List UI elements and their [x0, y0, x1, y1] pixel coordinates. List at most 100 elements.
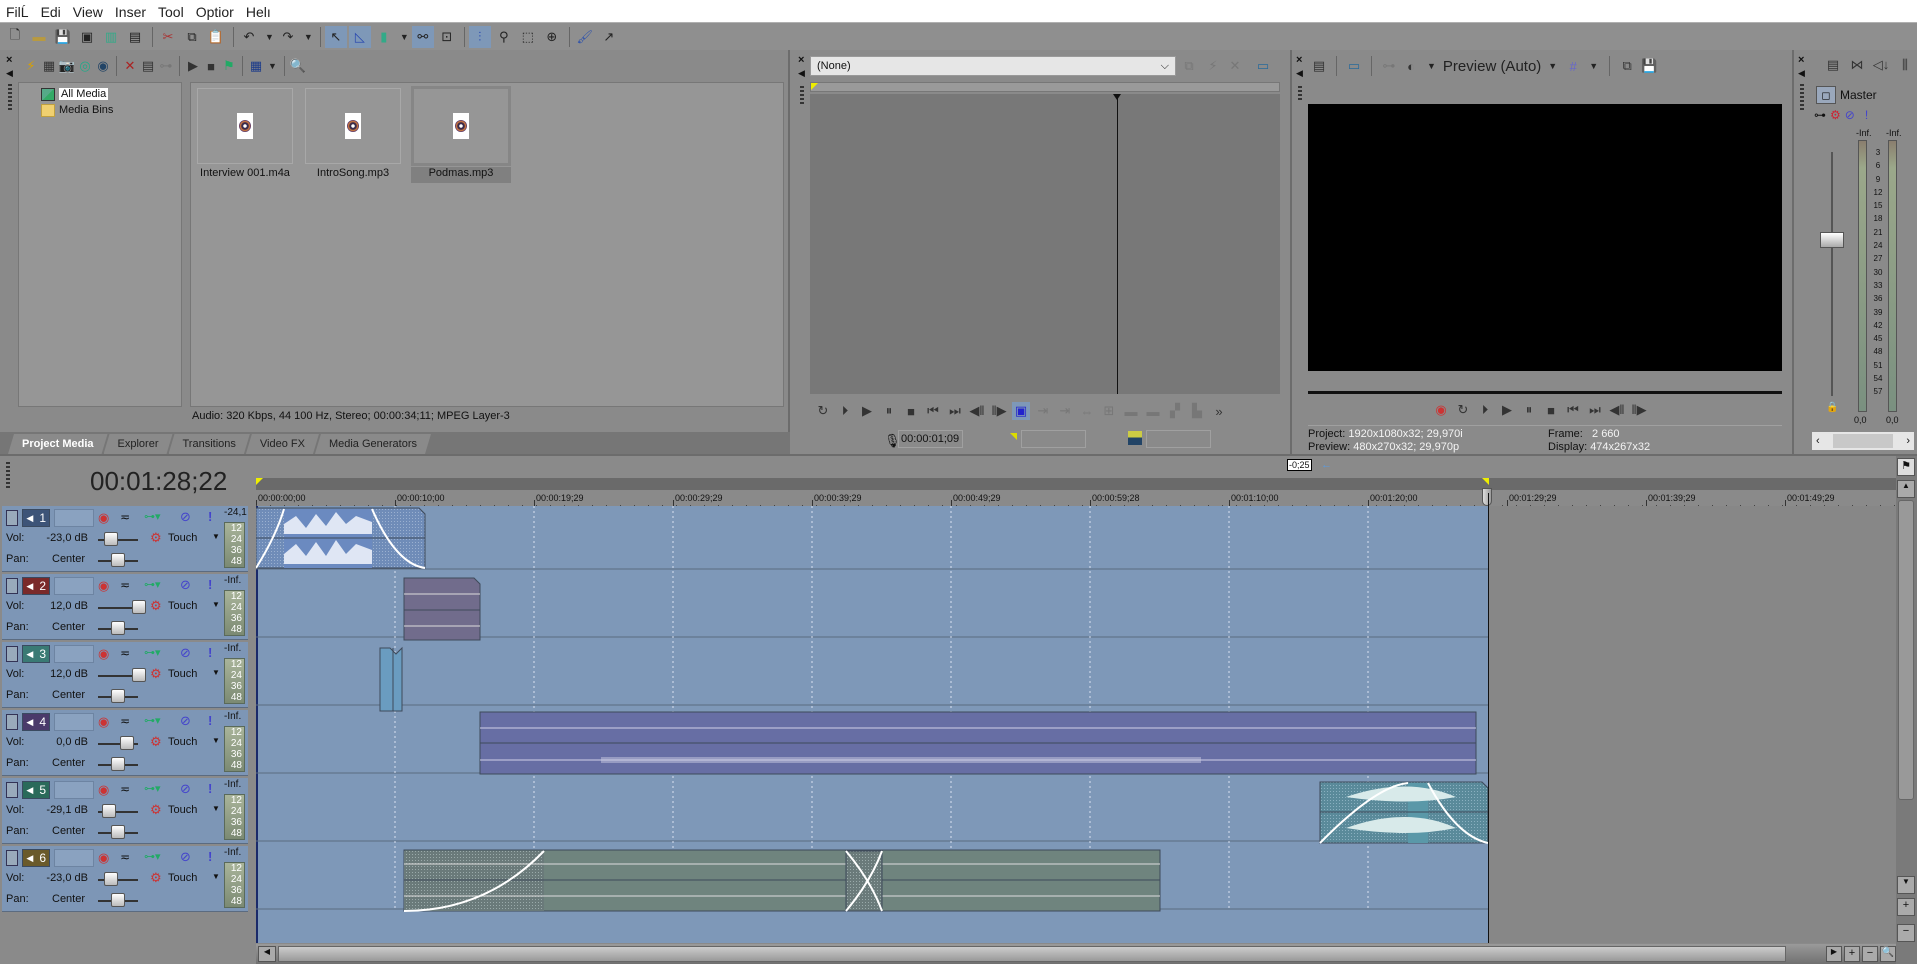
track-name-field[interactable]: [54, 781, 94, 799]
solo-icon[interactable]: !: [208, 577, 212, 592]
stop-icon[interactable]: ■: [1542, 401, 1560, 419]
automation-dropdown-icon[interactable]: ▼: [212, 600, 220, 609]
solo-icon[interactable]: !: [208, 849, 212, 864]
track-name-field[interactable]: [54, 509, 94, 527]
solo-icon[interactable]: !: [208, 713, 212, 728]
selection-tool-icon[interactable]: ⬚: [517, 26, 539, 48]
master-fader-knob[interactable]: [1820, 232, 1844, 248]
master-button-icon[interactable]: ◻: [1816, 86, 1836, 104]
automation-dropdown-icon[interactable]: ▼: [212, 736, 220, 745]
automation-icon[interactable]: ≂: [120, 510, 130, 524]
track-number[interactable]: ◀ 6: [22, 849, 50, 867]
pause-icon[interactable]: ⏸: [1520, 401, 1538, 419]
close-panel-icon[interactable]: ×: [1296, 54, 1302, 66]
master-fader-track[interactable]: [1831, 152, 1833, 396]
scroll-up-icon[interactable]: ▲: [1897, 480, 1915, 498]
grip-handle[interactable]: [800, 86, 804, 106]
track-header-4[interactable]: ◀ 4 ◉ ≂ ⊶▾ ⊘! -Inf. 12 24 36 48 Vol: 0,0 dB ⚙ Touch ▼ Pa…: [2, 710, 248, 776]
fx-chain-icon[interactable]: ⊶: [1814, 108, 1826, 122]
pause-icon[interactable]: ⏸: [880, 402, 898, 420]
region-icon[interactable]: ▬: [1122, 402, 1140, 420]
go-end-icon[interactable]: ⏭: [1586, 401, 1604, 419]
track-expand-icon[interactable]: [6, 782, 18, 798]
region2-icon[interactable]: ▬: [1144, 402, 1162, 420]
clip-track-2[interactable]: [403, 577, 481, 641]
fx-gear-icon[interactable]: ⚙: [1830, 108, 1841, 122]
undo-icon[interactable]: ↶: [238, 26, 260, 48]
menu-tools[interactable]: Tool: [158, 2, 184, 22]
undo-dropdown-icon[interactable]: ▼: [265, 32, 274, 42]
tab-project-media[interactable]: Project Media: [8, 434, 108, 454]
go-end-icon[interactable]: ⏭: [946, 402, 964, 420]
media-item-interview[interactable]: [197, 88, 293, 164]
scroll-right-icon[interactable]: ▶: [1826, 946, 1842, 962]
automation-dropdown-icon[interactable]: ▼: [212, 532, 220, 541]
track-number[interactable]: ◀ 3: [22, 645, 50, 663]
menu-options[interactable]: Optior: [196, 2, 234, 22]
mute-icon[interactable]: ⊘: [180, 781, 191, 797]
track-name-field[interactable]: [54, 849, 94, 867]
redo-icon[interactable]: ↷: [277, 26, 299, 48]
media-properties-icon[interactable]: ▤: [139, 57, 157, 75]
more-icon[interactable]: »: [1210, 402, 1228, 420]
remove-media-icon[interactable]: ✕: [121, 57, 139, 75]
fx-chain-icon[interactable]: ⊶: [1380, 57, 1398, 75]
pan-knob[interactable]: [111, 757, 125, 771]
overlays-icon[interactable]: #: [1564, 57, 1582, 75]
timeline-time-display[interactable]: 00:01:28;22: [90, 466, 227, 497]
tree-item-media-bins[interactable]: Media Bins: [41, 102, 181, 118]
new-icon[interactable]: 🗋: [4, 26, 26, 48]
volume-knob[interactable]: [104, 872, 118, 886]
arm-record-icon[interactable]: ◉: [98, 782, 109, 798]
mute-icon[interactable]: ⊘: [180, 645, 191, 661]
track-fx-icon[interactable]: ⊶▾: [144, 714, 161, 727]
pan-knob[interactable]: [111, 825, 125, 839]
auto-ripple-icon[interactable]: ▮: [373, 26, 395, 48]
loop-icon[interactable]: ↻: [1454, 401, 1472, 419]
automation-mode[interactable]: Touch: [168, 804, 197, 816]
trimmer-remove-icon[interactable]: ✕: [1226, 57, 1244, 75]
split-dropdown-icon[interactable]: ▼: [1427, 61, 1436, 71]
quality-dropdown-icon[interactable]: ▼: [1548, 61, 1557, 71]
arm-record-icon[interactable]: ◉: [98, 646, 109, 662]
automation-gear-icon[interactable]: ⚙: [150, 666, 162, 682]
envelope-tool-icon[interactable]: ◺: [348, 25, 371, 48]
automation-mode[interactable]: Touch: [168, 532, 197, 544]
automation-icon[interactable]: ≂: [120, 782, 130, 796]
stop-icon[interactable]: ■: [202, 57, 220, 75]
grip-handle[interactable]: [8, 84, 12, 112]
tab-explorer[interactable]: Explorer: [104, 434, 173, 454]
track-number[interactable]: ◀ 4: [22, 713, 50, 731]
marker-flag-icon[interactable]: ⚑: [1897, 458, 1915, 476]
marker-icon[interactable]: ▞: [1166, 402, 1184, 420]
solo-icon[interactable]: !: [1865, 108, 1868, 122]
crossfade-track-6[interactable]: [845, 850, 883, 912]
get-photos-icon[interactable]: ◎: [76, 57, 94, 75]
fit-icon[interactable]: ⇔: [1078, 402, 1096, 420]
track-name-field[interactable]: [54, 713, 94, 731]
paste-icon[interactable]: 📋: [205, 26, 227, 48]
solo-icon[interactable]: !: [208, 645, 212, 660]
trimmer-time[interactable]: 00:00:01;09: [898, 430, 963, 448]
split-screen-icon[interactable]: ◐: [1402, 57, 1420, 75]
pan-knob[interactable]: [111, 893, 125, 907]
timeline-empty-region[interactable]: [1488, 506, 1896, 943]
add-to-timeline-icon[interactable]: ⧉: [1180, 57, 1198, 75]
add-icon[interactable]: ⇥: [1034, 402, 1052, 420]
play-from-start-icon[interactable]: ⏵: [1476, 401, 1494, 419]
tab-media-generators[interactable]: Media Generators: [315, 434, 431, 454]
menu-view[interactable]: View: [73, 2, 103, 22]
render-icon[interactable]: ▥: [100, 26, 122, 48]
close-panel-icon[interactable]: ×: [1798, 54, 1804, 66]
properties-icon[interactable]: ▤: [124, 26, 146, 48]
track-fx-icon[interactable]: ⊶▾: [144, 850, 161, 863]
master-scrollbar[interactable]: ‹ ›: [1812, 432, 1914, 450]
ignore-grouping-icon[interactable]: ⊡: [436, 26, 458, 48]
record-icon[interactable]: ◉: [1432, 401, 1450, 419]
mute-icon[interactable]: ⊘: [180, 577, 191, 593]
views-dropdown-icon[interactable]: ▼: [268, 61, 277, 71]
track-number[interactable]: ◀ 2: [22, 577, 50, 595]
brush-icon[interactable]: 🖌: [574, 26, 596, 48]
arm-record-icon[interactable]: ◉: [98, 850, 109, 866]
track-expand-icon[interactable]: [6, 578, 18, 594]
